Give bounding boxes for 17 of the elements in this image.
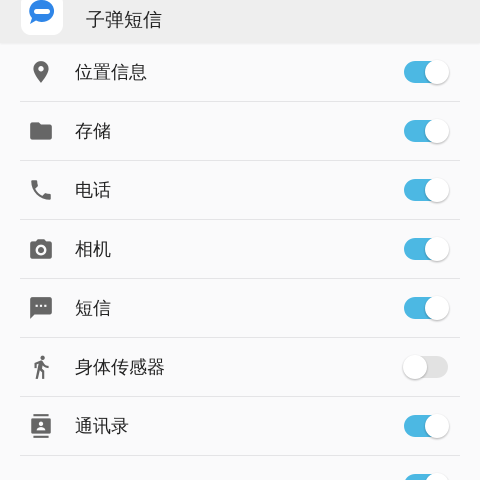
permission-label: 电话 — [75, 179, 112, 202]
permission-label: 相机 — [75, 238, 112, 261]
message-icon — [28, 295, 54, 321]
permission-label: 短信 — [75, 297, 112, 320]
permission-label: 身体传感器 — [75, 356, 166, 379]
permission-label: 位置信息 — [75, 61, 148, 84]
toggle-switch[interactable] — [404, 238, 448, 260]
app-icon — [20, 0, 64, 36]
toggle-switch[interactable] — [404, 415, 448, 437]
permission-label: 通讯录 — [75, 415, 130, 438]
toggle-switch[interactable] — [404, 61, 448, 83]
toggle-switch[interactable] — [404, 356, 448, 378]
app-title: 子弹短信 — [86, 8, 162, 33]
toggle-switch[interactable] — [404, 120, 448, 142]
toggle-switch[interactable] — [404, 297, 448, 319]
toggle-switch[interactable] — [404, 179, 448, 201]
permission-label: 存储 — [75, 120, 112, 143]
